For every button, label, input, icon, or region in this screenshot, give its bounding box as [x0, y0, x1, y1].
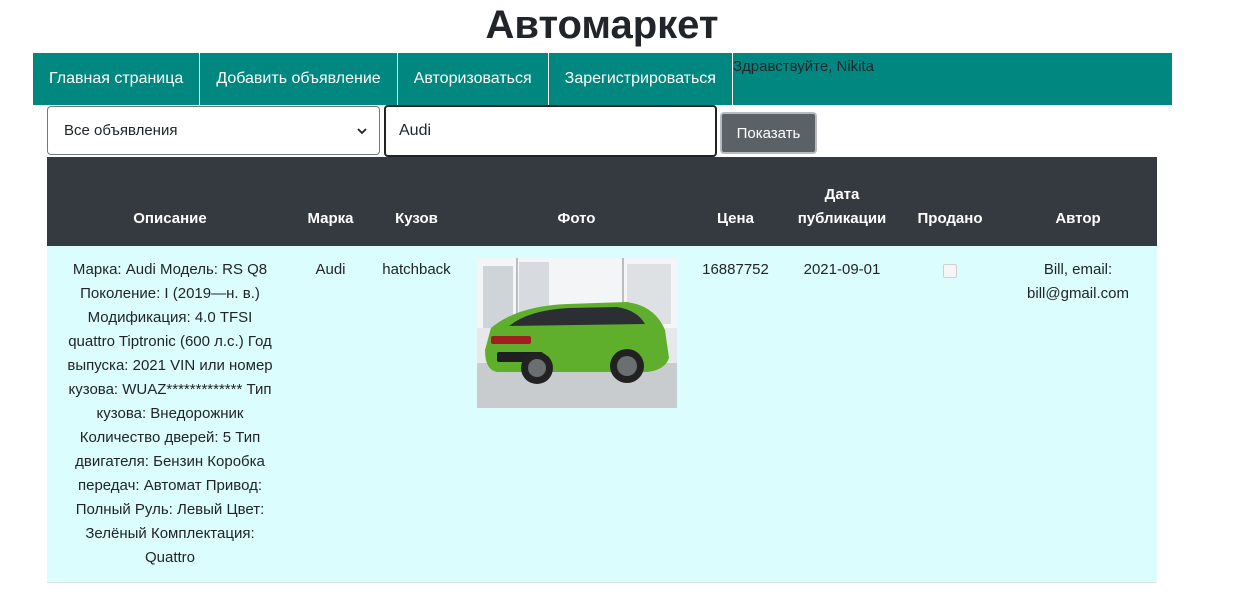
row-date: 2021-09-01 [783, 246, 901, 583]
car-photo [476, 258, 677, 408]
row-body: hatchback [368, 246, 465, 583]
row-author: Bill, email: bill@gmail.com [999, 246, 1157, 583]
user-greeting: Здравствуйте, Nikita [732, 58, 875, 75]
nav-login-link[interactable]: Авторизоваться [398, 53, 549, 105]
nav-home-link[interactable]: Главная страница [33, 53, 201, 105]
column-header-brand: Марка [293, 157, 368, 246]
column-header-body: Кузов [368, 157, 465, 246]
table-row: Марка: Audi Модель: RS Q8 Поколение: I (… [47, 246, 1157, 583]
search-input[interactable] [384, 105, 717, 157]
listings-table: Описание Марка Кузов Фото Цена Дата публ… [47, 157, 1157, 583]
chevron-down-icon [357, 127, 367, 134]
main-navbar: Главная страница Добавить объявление Авт… [33, 53, 1172, 105]
listing-filter-select[interactable]: Все объявления [47, 106, 380, 155]
sold-checkbox[interactable] [943, 264, 957, 278]
table-header-row: Описание Марка Кузов Фото Цена Дата публ… [47, 157, 1157, 246]
column-header-photo: Фото [465, 157, 688, 246]
column-header-date: Дата публикации [783, 157, 901, 246]
row-brand: Audi [293, 246, 368, 583]
nav-add-listing-link[interactable]: Добавить объявление [200, 53, 398, 105]
column-header-description: Описание [47, 157, 293, 246]
row-photo-cell [465, 246, 688, 583]
nav-register-link[interactable]: Зарегистрироваться [549, 53, 733, 105]
listing-filter-value: Все объявления [64, 122, 178, 139]
row-price: 16887752 [688, 246, 783, 583]
page-title: Автомаркет [485, 3, 719, 47]
show-button[interactable]: Показать [720, 112, 817, 154]
column-header-sold: Продано [901, 157, 999, 246]
row-sold-cell [901, 246, 999, 583]
column-header-author: Автор [999, 157, 1157, 246]
column-header-price: Цена [688, 157, 783, 246]
row-description: Марка: Audi Модель: RS Q8 Поколение: I (… [47, 246, 293, 583]
